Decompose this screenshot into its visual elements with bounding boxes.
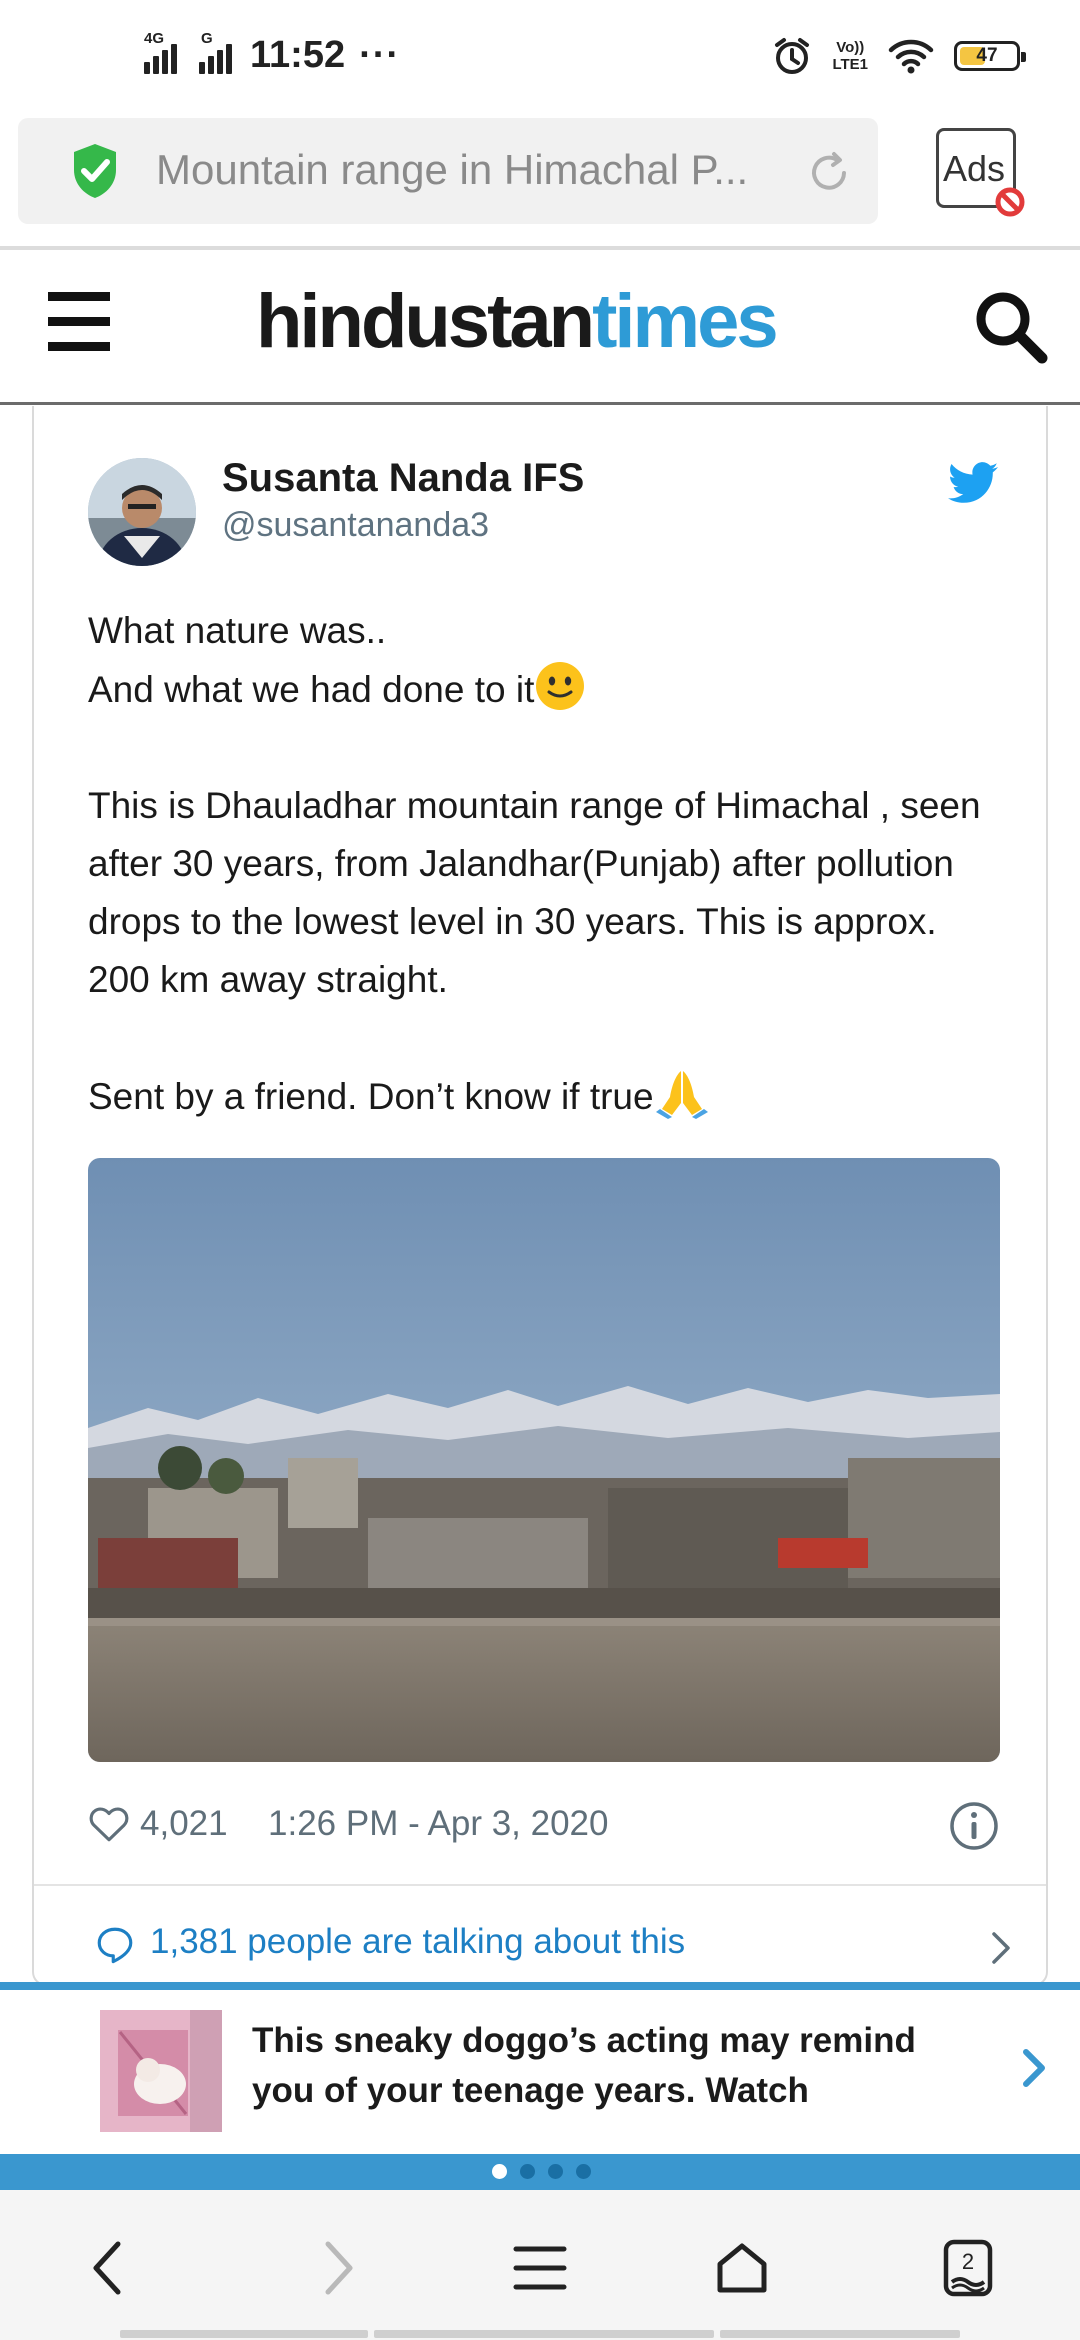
ad-banner[interactable]: This sneaky doggo’s acting may remind yo… (0, 1982, 1080, 2160)
comment-bubble-icon (97, 1927, 133, 1964)
browser-bottom-nav: 2 (0, 2190, 1080, 2340)
ad-thumbnail[interactable] (100, 2010, 222, 2132)
gesture-bar (120, 2330, 960, 2340)
address-bar[interactable]: Mountain range in Himachal P... (18, 118, 878, 224)
conversation-count-text[interactable]: 1,381 people are talking about this (150, 1922, 685, 1962)
info-icon[interactable] (948, 1800, 1000, 1852)
wifi-icon (888, 39, 934, 74)
home-icon (717, 2243, 767, 2293)
tweet-timestamp[interactable]: 1:26 PM - Apr 3, 2020 (268, 1804, 608, 1844)
tabs-icon: 2 (943, 2239, 993, 2297)
carousel-dot[interactable] (548, 2164, 563, 2179)
divider (34, 1884, 1046, 1886)
carousel-dot[interactable] (492, 2164, 507, 2179)
back-arrow-icon (93, 2241, 121, 2295)
carousel-dot[interactable] (576, 2164, 591, 2179)
tweet-line: What nature was.. (88, 610, 387, 651)
tweet-meta: 4,021 1:26 PM - Apr 3, 2020 (88, 1794, 1000, 1854)
tweet-author-handle[interactable]: @susantananda3 (222, 506, 489, 545)
tweet-line: And what we had done to it (88, 669, 535, 710)
carousel-indicator (0, 2154, 1080, 2190)
forward-arrow-icon (325, 2241, 353, 2295)
conversation-link[interactable]: 1,381 people are talking about this (94, 1918, 1014, 1978)
tweet-line: Sent by a friend. Don’t know if true (88, 1076, 654, 1117)
reload-icon[interactable] (804, 148, 854, 198)
like-count[interactable]: 4,021 (140, 1804, 228, 1844)
tweet-author-name[interactable]: Susanta Nanda IFS (222, 456, 584, 501)
site-header: hindustantimes (0, 250, 1080, 405)
chevron-right-icon[interactable] (1018, 2046, 1048, 2090)
tweet-photo-mountains[interactable] (88, 1158, 1000, 1762)
ad-headline[interactable]: This sneaky doggo’s acting may remind yo… (252, 2016, 972, 2116)
volte-indicator: Vo)) LTE1 (832, 39, 868, 73)
ad-block-button[interactable]: Ads (936, 128, 1025, 217)
tweet-line: This is Dhauladhar mountain range of Him… (88, 785, 981, 1000)
twitter-logo-icon[interactable] (948, 462, 998, 504)
tweet-body: What nature was.. And what we had done t… (88, 602, 1008, 1126)
embedded-tweet[interactable]: Susanta Nanda IFS @susantananda3 What na… (32, 406, 1048, 1986)
hamburger-menu-icon[interactable] (48, 292, 110, 352)
tab-count: 2 (962, 2249, 974, 2274)
secure-shield-icon (74, 144, 116, 198)
forward-button[interactable] (298, 2228, 378, 2308)
home-button[interactable] (702, 2228, 782, 2308)
url-text[interactable]: Mountain range in Himachal P... (156, 146, 806, 194)
heart-icon[interactable] (88, 1804, 130, 1844)
clock: 11:52 (250, 34, 346, 76)
smiling-face-emoji-icon (536, 662, 585, 710)
site-logo[interactable]: hindustantimes (256, 278, 779, 365)
folded-hands-emoji-icon (655, 1071, 708, 1119)
no-ads-icon (995, 187, 1025, 217)
status-bar: 4G G 11:52 ··· Vo)) LTE1 47 (0, 0, 1080, 118)
back-button[interactable] (68, 2228, 148, 2308)
menu-lines-icon (513, 2246, 567, 2290)
chevron-right-icon[interactable] (988, 1928, 1014, 1968)
alarm-icon (775, 38, 810, 74)
signal-g-icon: G (199, 30, 232, 74)
more-notifications-icon: ··· (359, 34, 401, 76)
signal-4g-icon: 4G (144, 30, 177, 74)
carousel-dot[interactable] (520, 2164, 535, 2179)
search-icon[interactable] (970, 286, 1050, 366)
avatar[interactable] (88, 458, 196, 566)
menu-button[interactable] (500, 2228, 580, 2308)
battery-icon: 47 (954, 41, 1026, 71)
ad-block-label: Ads (943, 148, 1006, 189)
tabs-button[interactable]: 2 (928, 2228, 1008, 2308)
